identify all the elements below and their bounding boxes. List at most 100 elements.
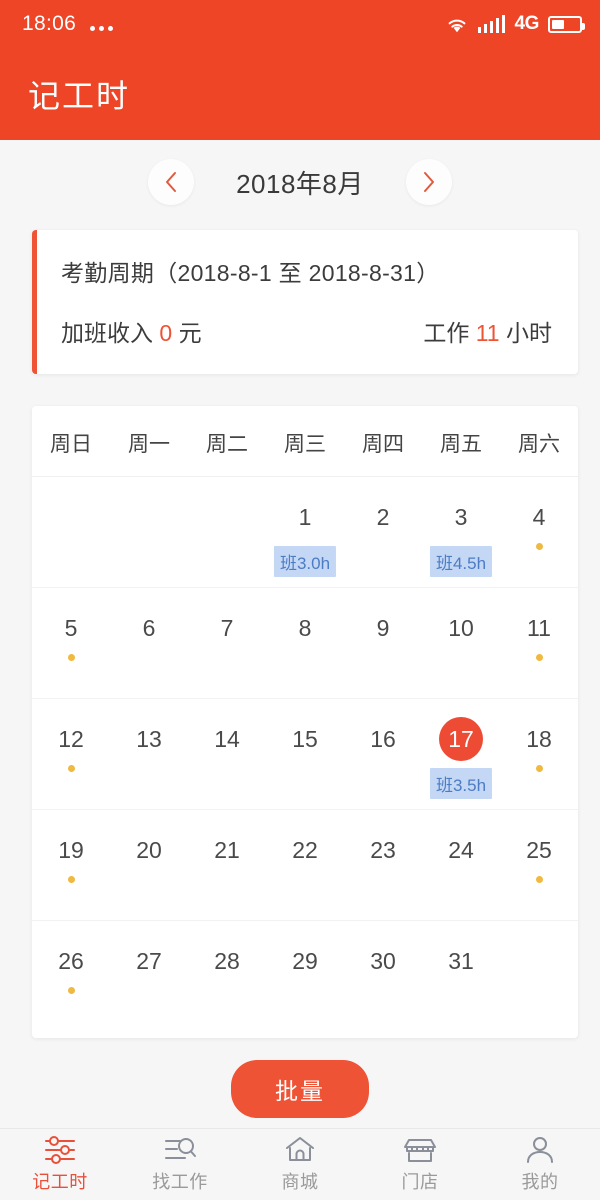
home-icon (283, 1135, 317, 1165)
calendar-day-number: 29 (283, 939, 327, 983)
overtime-income: 加班收入 0 元 (61, 314, 202, 348)
calendar-day-number: 1 (283, 495, 327, 539)
batch-button-container: 批量 (0, 1060, 600, 1118)
weekday-label: 周六 (500, 428, 578, 458)
calendar-day-number: 28 (205, 939, 249, 983)
calendar-day-cell[interactable]: 25 (500, 810, 578, 920)
tab-3[interactable]: 商城 (240, 1129, 360, 1200)
batch-button[interactable]: 批量 (231, 1060, 369, 1118)
calendar-day-cell[interactable]: 8 (266, 588, 344, 698)
tab-label: 门店 (402, 1168, 439, 1194)
calendar-day-number: 31 (439, 939, 483, 983)
calendar-day-cell[interactable]: 17班3.5h (422, 699, 500, 809)
calendar-day-number: 19 (49, 828, 93, 872)
overtime-value: 0 (159, 320, 172, 346)
calendar-day-cell[interactable]: 9 (344, 588, 422, 698)
calendar-day-cell[interactable]: 10 (422, 588, 500, 698)
calendar-day-cell[interactable]: 21 (188, 810, 266, 920)
rest-day-dot-icon (536, 876, 543, 883)
tab-2[interactable]: 找工作 (120, 1129, 240, 1200)
calendar-day-number: 4 (517, 495, 561, 539)
calendar-day-cell[interactable]: 30 (344, 921, 422, 1032)
calendar-day-cell[interactable]: 29 (266, 921, 344, 1032)
calendar-day-cell[interactable]: 18 (500, 699, 578, 809)
tab-4[interactable]: 门店 (360, 1129, 480, 1200)
weekday-label: 周二 (188, 428, 266, 458)
calendar-day-number: 11 (517, 606, 561, 650)
app-header: 记工时 (0, 48, 600, 140)
rest-day-dot-icon (68, 987, 75, 994)
work-hours: 工作 11 小时 (423, 314, 552, 348)
calendar-day-cell[interactable]: 20 (110, 810, 188, 920)
calendar-day-number: 21 (205, 828, 249, 872)
calendar-week-row: 56789 10 11 (32, 588, 578, 699)
next-month-button[interactable] (406, 159, 452, 205)
tab-label: 记工时 (32, 1168, 88, 1194)
calendar-day-number: 16 (361, 717, 405, 761)
shift-hours-badge[interactable]: 班3.0h (274, 546, 336, 577)
rest-day-dot-icon (68, 876, 75, 883)
calendar-day-cell[interactable]: 14 (188, 699, 266, 809)
calendar-day-number: 14 (205, 717, 249, 761)
calendar-day-cell[interactable]: 7 (188, 588, 266, 698)
chevron-right-icon (422, 171, 435, 193)
calendar-day-cell[interactable]: 28 (188, 921, 266, 1032)
battery-icon (548, 16, 582, 33)
tab-5[interactable]: 我的 (480, 1129, 600, 1200)
chevron-left-icon (165, 171, 178, 193)
current-month-label: 2018年8月 (236, 164, 364, 201)
rest-day-dot-icon (68, 765, 75, 772)
work-unit: 小时 (506, 320, 552, 346)
calendar-day-cell[interactable]: 31 (422, 921, 500, 1032)
status-time: 18:06 (22, 12, 76, 36)
more-dots-icon (90, 13, 113, 35)
tab-label: 商城 (282, 1168, 319, 1194)
calendar-day-number: 9 (361, 606, 405, 650)
calendar-day-number: 27 (127, 939, 171, 983)
calendar-day-number: 13 (127, 717, 171, 761)
calendar-day-cell[interactable]: 6 (110, 588, 188, 698)
calendar-day-cell[interactable]: 13 (110, 699, 188, 809)
calendar-day-number: 15 (283, 717, 327, 761)
calendar-day-cell[interactable]: 3班4.5h (422, 477, 500, 587)
work-value: 11 (476, 320, 500, 346)
sliders-icon (43, 1135, 77, 1165)
rest-day-dot-icon (536, 654, 543, 661)
network-type: 4G (514, 13, 539, 35)
calendar-day-cell[interactable]: 24 (422, 810, 500, 920)
calendar-day-number: 23 (361, 828, 405, 872)
calendar-day-number: 6 (127, 606, 171, 650)
calendar-day-cell[interactable]: 1 班3.0h (266, 477, 344, 587)
calendar-day-cell[interactable]: 11 (500, 588, 578, 698)
calendar-day-cell[interactable]: 15 (266, 699, 344, 809)
weekday-label: 周五 (422, 428, 500, 458)
calendar-week-row: 19 20 21 22 23 2425 (32, 810, 578, 921)
attendance-period: 考勤周期（2018-8-1 至 2018-8-31） (61, 254, 552, 288)
calendar-day-cell[interactable]: 26 (32, 921, 110, 1032)
calendar-day-cell[interactable]: 27 (110, 921, 188, 1032)
calendar-day-cell[interactable]: 23 (344, 810, 422, 920)
calendar-day-cell[interactable]: 5 (32, 588, 110, 698)
calendar-card: 周日周一周二周三周四周五周六 1班3.0h23班4.5h456789101112… (32, 406, 578, 1038)
tab-1[interactable]: 记工时 (0, 1129, 120, 1200)
work-label: 工作 (423, 320, 469, 346)
calendar-day-cell[interactable]: 2 (344, 477, 422, 587)
prev-month-button[interactable] (148, 159, 194, 205)
calendar-day-number: 12 (49, 717, 93, 761)
calendar-week-row: 12 13 14 15 16 17班3.5h 18 (32, 699, 578, 810)
shift-hours-badge[interactable]: 班4.5h (430, 546, 492, 577)
calendar-weekday-header: 周日周一周二周三周四周五周六 (32, 406, 578, 477)
calendar-day-cell[interactable]: 16 (344, 699, 422, 809)
calendar-day-number: 18 (517, 717, 561, 761)
calendar-day-number: 8 (283, 606, 327, 650)
calendar-day-cell[interactable]: 19 (32, 810, 110, 920)
store-icon (403, 1135, 437, 1165)
bottom-tab-bar: 记工时 找工作商城 门店 我的 (0, 1128, 600, 1200)
calendar-day-cell[interactable]: 4 (500, 477, 578, 587)
calendar-grid: 1班3.0h23班4.5h4567891011121314151617班3.5h… (32, 477, 578, 1032)
calendar-day-number: 30 (361, 939, 405, 983)
calendar-day-cell[interactable]: 12 (32, 699, 110, 809)
calendar-day-number: 20 (127, 828, 171, 872)
calendar-day-cell[interactable]: 22 (266, 810, 344, 920)
shift-hours-badge[interactable]: 班3.5h (430, 768, 492, 799)
